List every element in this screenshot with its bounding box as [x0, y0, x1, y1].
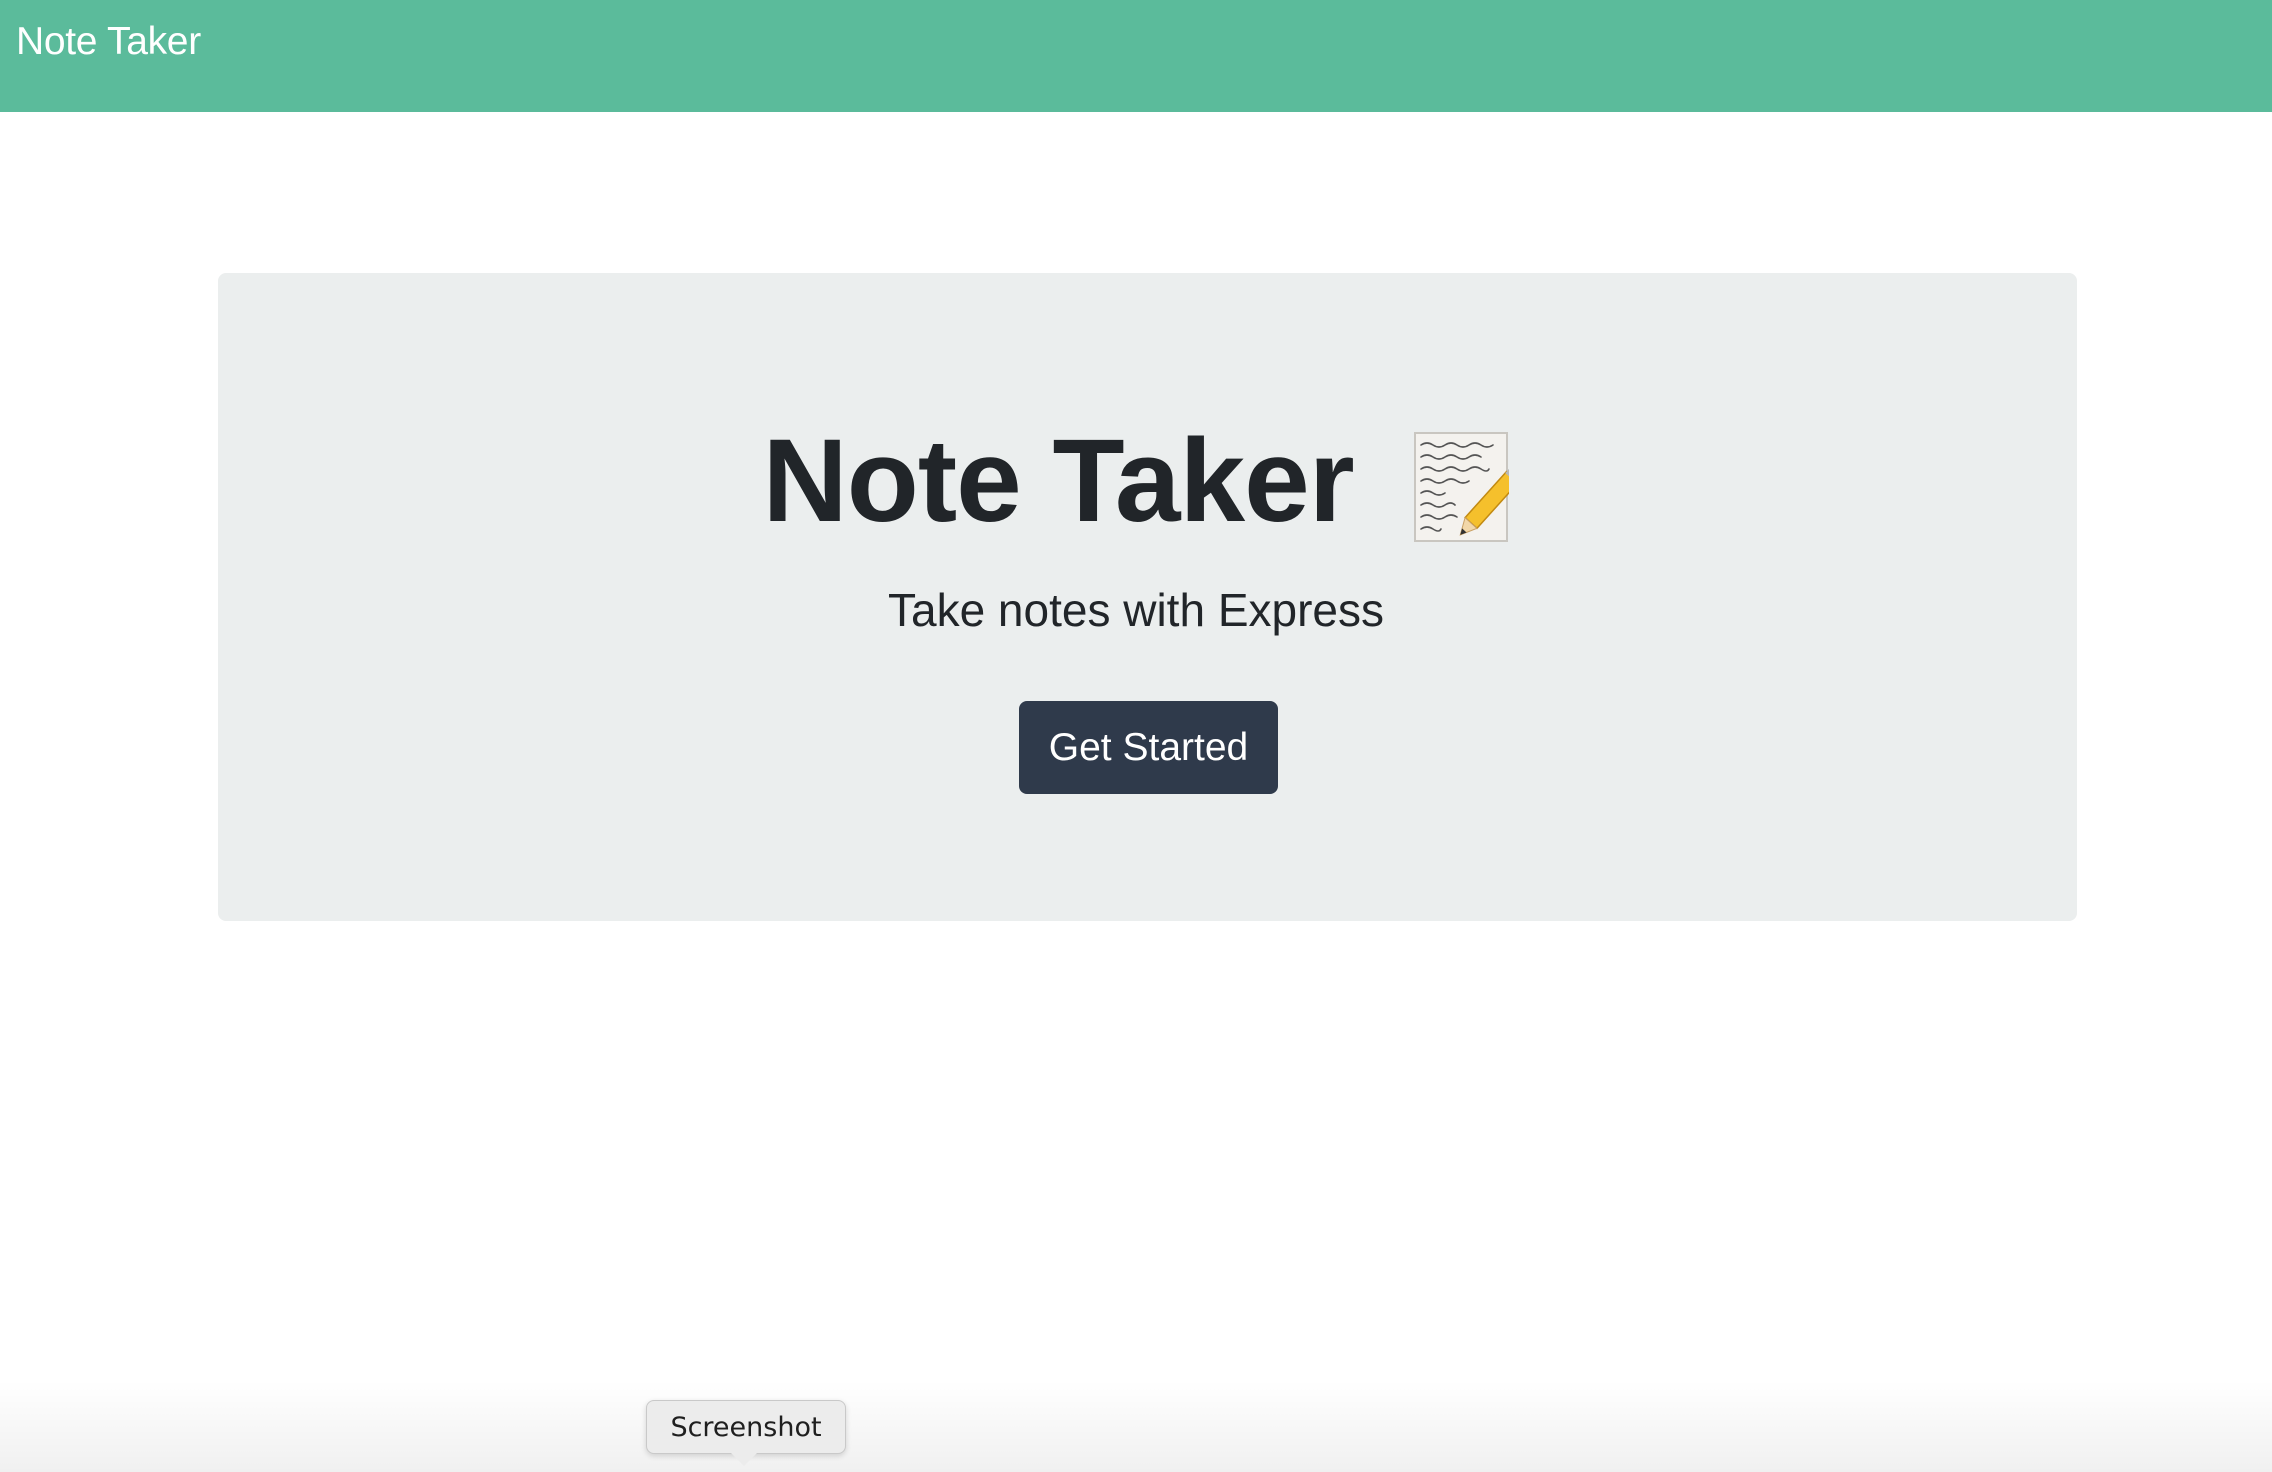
page-title: Note Taker: [0, 392, 2272, 561]
screenshot-tooltip: Screenshot: [646, 1400, 846, 1454]
page-title-text: Note Taker: [762, 414, 1355, 547]
tooltip-arrow: [730, 1452, 758, 1466]
hero-subtitle: Take notes with Express: [887, 584, 1384, 636]
bottom-shadow: [0, 1380, 2272, 1472]
navbar: Note Taker: [0, 0, 2272, 112]
memo-pencil-icon: [1413, 423, 1530, 542]
get-started-button[interactable]: Get Started: [1019, 701, 1278, 794]
navbar-brand-link[interactable]: Note Taker: [16, 18, 201, 66]
